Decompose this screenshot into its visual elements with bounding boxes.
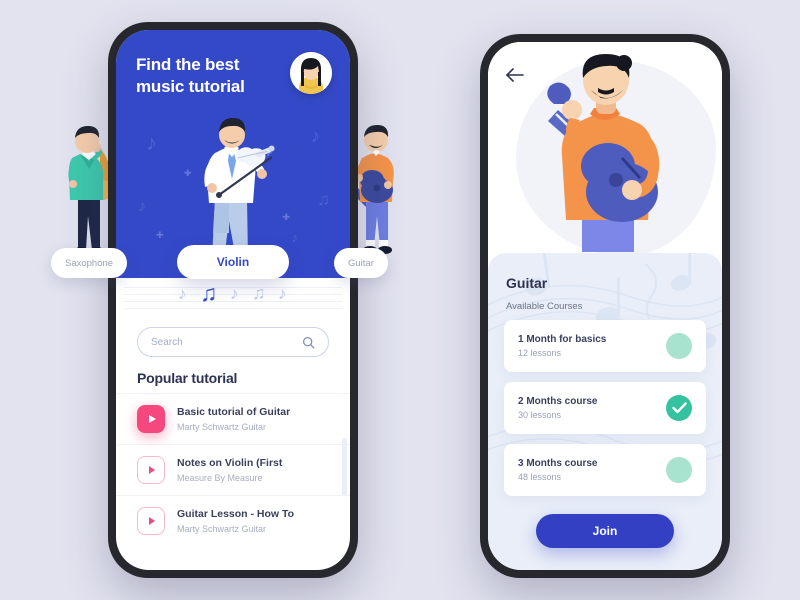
music-staff-decoration: ♪ ♫ ♪ ♫ ♪ — [116, 278, 350, 320]
play-icon[interactable] — [137, 405, 165, 433]
avatar[interactable] — [290, 52, 332, 94]
music-note-decor: ♪ — [146, 130, 157, 155]
page-title: Popular tutorial — [137, 370, 238, 386]
page-title: Guitar — [506, 275, 548, 291]
list-item[interactable]: Basic tutorial of Guitar Marty Schwartz … — [116, 393, 350, 444]
home-screen: Find the best music tutorial ♪ ♪ ♪ ♫ ♪ ✚… — [116, 30, 350, 570]
course-card[interactable]: 3 Months course 48 lessons — [504, 444, 706, 496]
hero-title-line1: Find the best — [136, 55, 240, 74]
music-note-decor: ♪ — [138, 198, 146, 215]
list-item[interactable]: Guitar Lesson - How To Marty Schwartz Gu… — [116, 495, 350, 546]
design-canvas: Find the best music tutorial ♪ ♪ ♪ ♫ ♪ ✚… — [0, 0, 800, 600]
staff-note: ♪ — [278, 284, 287, 303]
search-bar[interactable] — [137, 327, 329, 357]
detail-hero — [488, 42, 722, 257]
staff-note: ♫ — [252, 283, 266, 303]
course-card[interactable]: 1 Month for basics 12 lessons — [504, 320, 706, 372]
course-title: 3 Months course — [518, 458, 598, 469]
hero-banner: Find the best music tutorial ♪ ♪ ♪ ♫ ♪ ✚… — [116, 30, 350, 278]
tutorial-author: Marty Schwartz Guitar — [177, 422, 267, 433]
hero-title: Find the best music tutorial — [136, 54, 286, 99]
course-title: 2 Months course — [518, 396, 598, 407]
music-note-decor: ♫ — [317, 190, 330, 209]
staff-note-active: ♫ — [200, 280, 218, 306]
guitar-player-illustration — [512, 52, 698, 257]
play-icon[interactable] — [137, 507, 165, 535]
course-lessons: 30 lessons — [518, 410, 562, 420]
sparkle-decor: ✚ — [156, 230, 164, 240]
music-note-decor: ♪ — [291, 230, 299, 245]
check-icon — [671, 402, 687, 414]
search-input[interactable] — [151, 336, 302, 348]
tutorial-title: Notes on Violin (First — [177, 456, 283, 469]
phone-mockup-home: Find the best music tutorial ♪ ♪ ♪ ♫ ♪ ✚… — [108, 22, 358, 578]
hero-title-line2: music tutorial — [136, 77, 245, 97]
course-detail-screen: Guitar Available Courses 1 Month for bas… — [488, 42, 722, 570]
scrollbar[interactable] — [342, 438, 347, 496]
tutorial-list: Basic tutorial of Guitar Marty Schwartz … — [116, 393, 350, 570]
category-pill-guitar[interactable]: Guitar — [334, 248, 388, 278]
music-note-decor: ♪ — [311, 126, 320, 146]
search-container — [137, 327, 329, 357]
section-subtitle: Available Courses — [506, 301, 583, 312]
course-card[interactable]: 2 Months course 30 lessons — [504, 382, 706, 434]
course-selected-check[interactable] — [666, 395, 692, 421]
course-panel: Guitar Available Courses 1 Month for bas… — [488, 253, 722, 570]
category-label: Saxophone — [65, 257, 114, 269]
staff-note: ♪ — [178, 284, 187, 303]
tutorial-author: Measure By Measure — [177, 473, 263, 484]
category-pill-saxophone[interactable]: Saxophone — [51, 248, 128, 278]
tutorial-author: Marty Schwartz Guitar — [177, 524, 267, 535]
phone-mockup-detail: Guitar Available Courses 1 Month for bas… — [480, 34, 730, 578]
join-button[interactable]: Join — [536, 514, 674, 548]
course-select-circle[interactable] — [666, 457, 692, 483]
category-label: Guitar — [348, 257, 374, 269]
tutorial-title: Basic tutorial of Guitar — [177, 405, 291, 418]
course-select-circle[interactable] — [666, 333, 692, 359]
category-pill-violin[interactable]: Violin — [177, 245, 289, 279]
search-icon[interactable] — [302, 336, 315, 349]
course-lessons: 12 lessons — [518, 348, 562, 358]
category-label: Violin — [216, 255, 250, 269]
tutorial-title: Guitar Lesson - How To — [177, 507, 295, 520]
play-icon[interactable] — [137, 456, 165, 484]
course-list: 1 Month for basics 12 lessons 2 Months c… — [504, 320, 706, 506]
staff-note: ♪ — [230, 284, 239, 303]
list-item[interactable]: Notes on Violin (First Measure By Measur… — [116, 444, 350, 495]
course-title: 1 Month for basics — [518, 334, 607, 345]
course-lessons: 48 lessons — [518, 472, 562, 482]
